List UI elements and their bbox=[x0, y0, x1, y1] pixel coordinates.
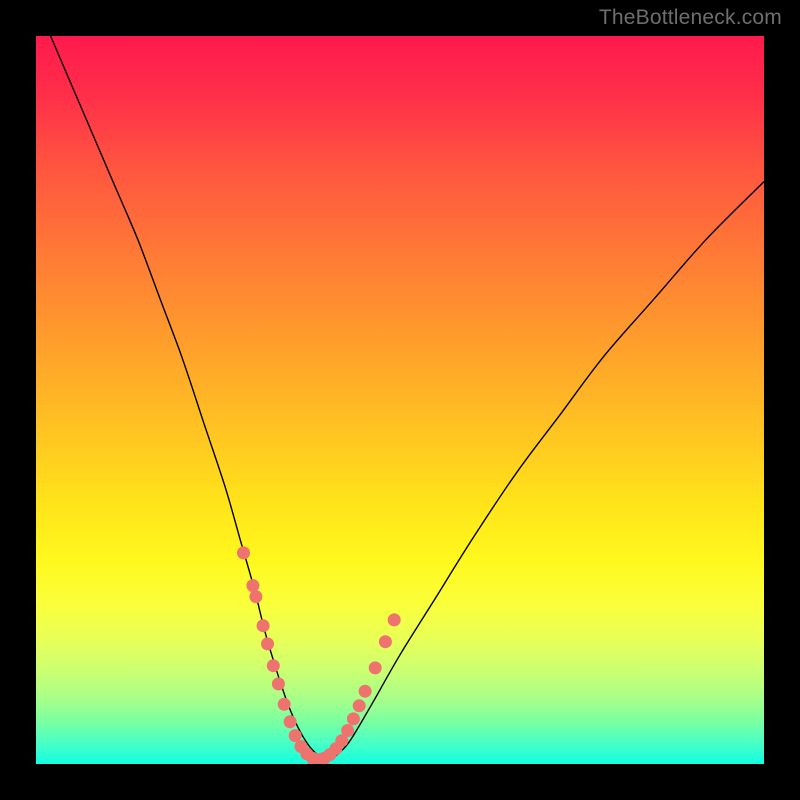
marker-point bbox=[267, 659, 280, 672]
marker-point bbox=[369, 661, 382, 674]
chart-frame: TheBottleneck.com bbox=[0, 0, 800, 800]
marker-point bbox=[347, 712, 360, 725]
marker-point bbox=[246, 579, 259, 592]
marker-point bbox=[359, 685, 372, 698]
plot-area bbox=[36, 36, 764, 764]
marker-point bbox=[341, 724, 354, 737]
marker-point bbox=[379, 635, 392, 648]
marker-point bbox=[353, 699, 366, 712]
curve-svg bbox=[36, 36, 764, 764]
marker-point bbox=[284, 715, 297, 728]
watermark-label: TheBottleneck.com bbox=[599, 6, 782, 30]
marker-point bbox=[278, 698, 291, 711]
marker-point bbox=[237, 546, 250, 559]
marker-point bbox=[272, 677, 285, 690]
marker-point bbox=[388, 613, 401, 626]
marker-group bbox=[237, 546, 401, 764]
bottleneck-curve bbox=[51, 36, 764, 760]
marker-point bbox=[249, 590, 262, 603]
marker-point bbox=[257, 619, 270, 632]
marker-point bbox=[261, 637, 274, 650]
